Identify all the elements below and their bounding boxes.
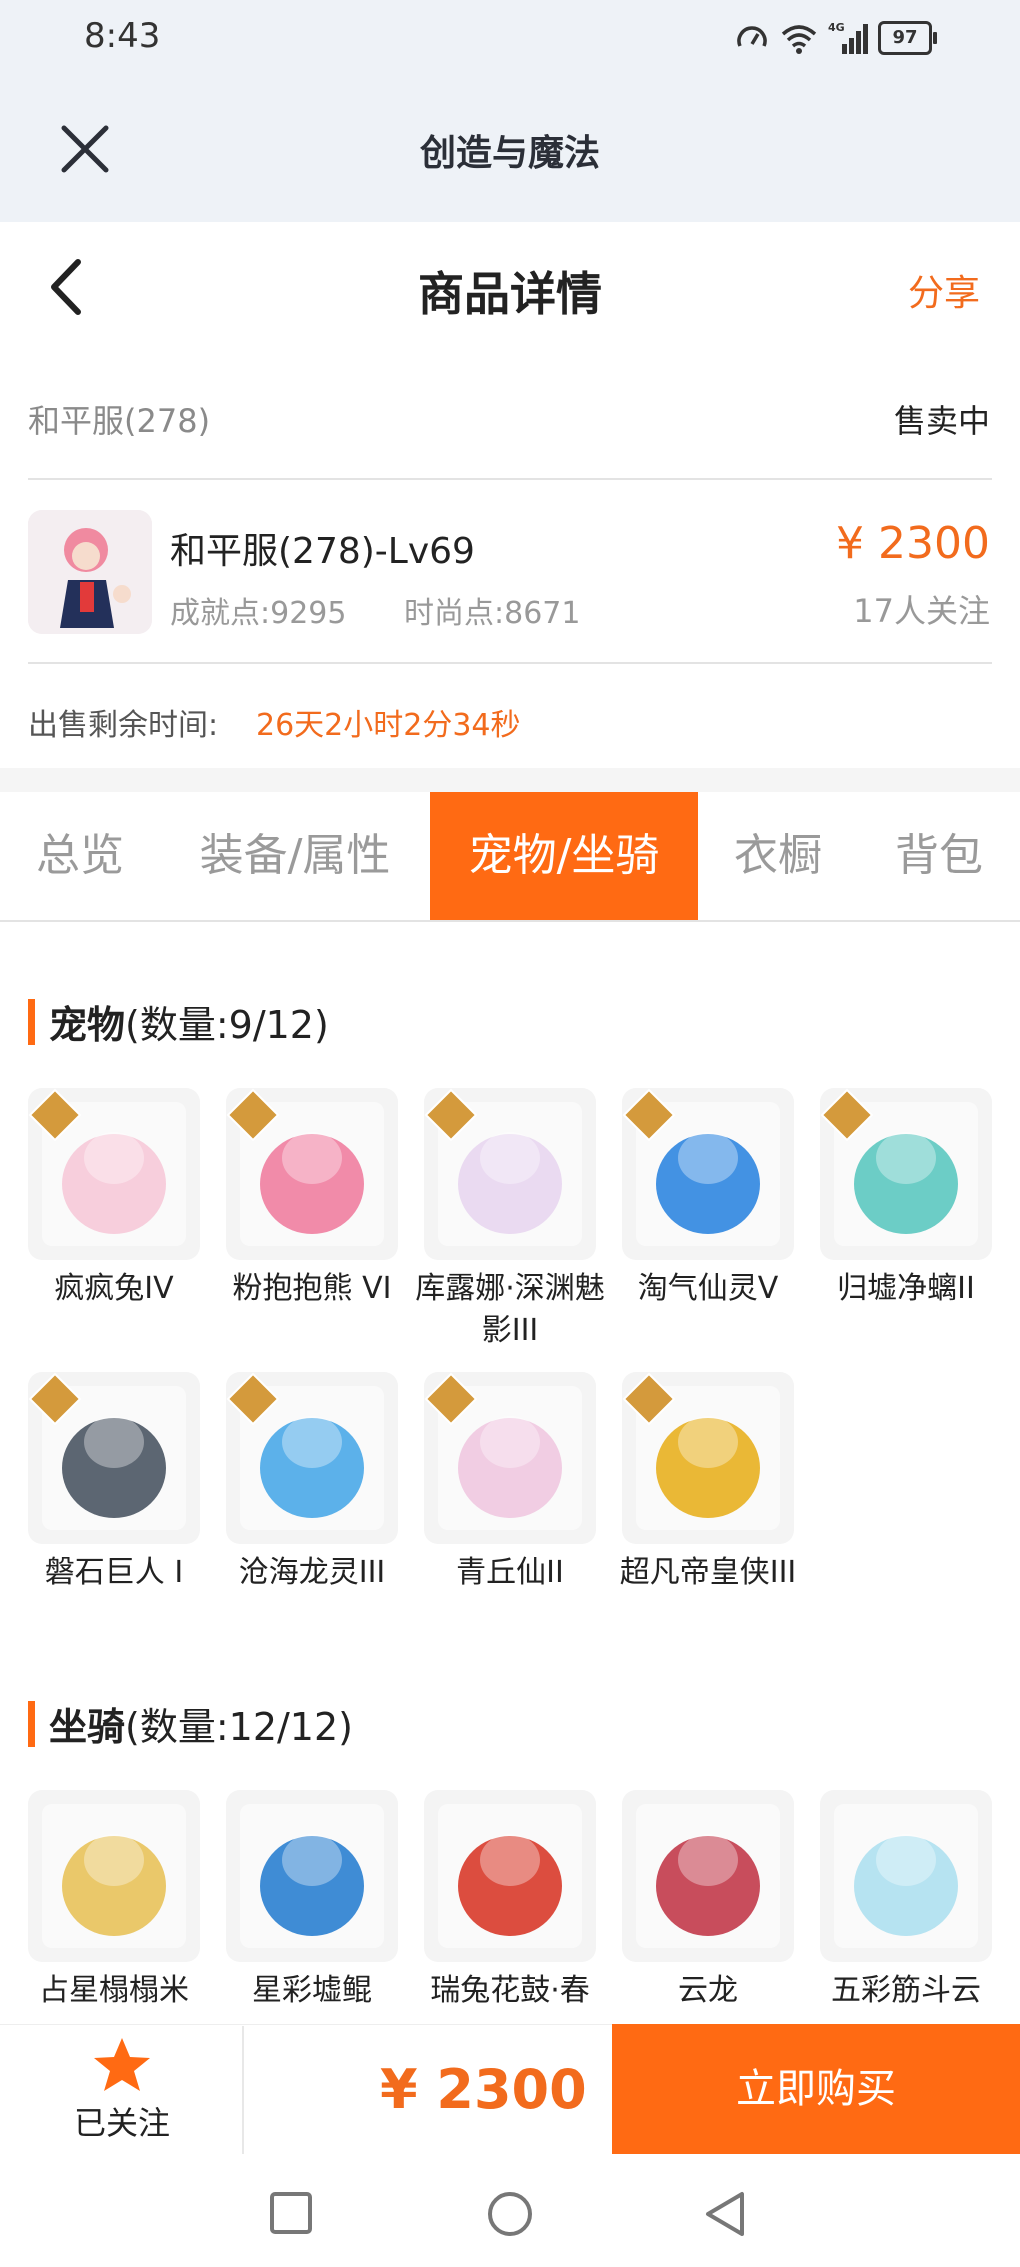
tab-bar: 总览 装备/属性 宠物/坐骑 衣橱 背包 — [0, 792, 1020, 922]
item-image — [622, 1088, 794, 1260]
follow-button[interactable]: 已关注 — [74, 2098, 170, 2144]
item-image — [424, 1088, 596, 1260]
wifi-icon — [781, 25, 817, 54]
section-separator — [0, 768, 1020, 792]
remaining-time-label: 出售剩余时间: — [28, 708, 219, 743]
tier-badge-icon — [622, 1088, 676, 1142]
item-label: 占星榻榻米 — [39, 1973, 189, 2008]
grid-item[interactable]: 归墟净螭II — [820, 1088, 992, 1310]
remaining-time-value: 26天2小时2分34秒 — [256, 708, 521, 743]
app-title: 创造与魔法 — [419, 133, 600, 174]
fashion-points: 时尚点:8671 — [404, 596, 581, 631]
divider — [242, 2026, 244, 2154]
bottom-price: ¥ 2300 — [380, 2058, 587, 2121]
server-name: 和平服(278) — [28, 402, 211, 440]
item-label: 磐石巨人 I — [44, 1555, 184, 1590]
grid-item[interactable]: 超凡帝皇侠III — [620, 1372, 796, 1594]
grid-item[interactable]: 占星榻榻米 — [28, 1790, 200, 2012]
item-label: 淘气仙灵V — [637, 1271, 779, 1306]
item-label: 青丘仙II — [456, 1555, 564, 1590]
tab-overview[interactable]: 总览 — [0, 792, 160, 920]
follower-count: 17人关注 — [853, 592, 990, 630]
tier-badge-icon — [820, 1088, 874, 1142]
svg-text:4G: 4G — [828, 21, 845, 34]
product-price: ¥ 2300 — [836, 518, 990, 569]
tier-badge-icon — [622, 1372, 676, 1426]
item-image — [28, 1372, 200, 1544]
item-image — [226, 1088, 398, 1260]
item-image — [226, 1790, 398, 1962]
item-label: 五彩筋斗云 — [831, 1973, 981, 2008]
tier-badge-icon — [28, 1088, 82, 1142]
grid-item[interactable]: 星彩墟鲲 — [226, 1790, 398, 2012]
item-label: 沧海龙灵III — [238, 1555, 386, 1590]
tab-bag[interactable]: 背包 — [858, 792, 1020, 920]
grid-item[interactable]: 淘气仙灵V — [622, 1088, 794, 1310]
buy-now-button[interactable]: 立即购买 — [612, 2024, 1020, 2154]
item-label: 云龙 — [678, 1973, 738, 2008]
item-image — [28, 1790, 200, 1962]
grid-item[interactable]: 库露娜·深渊魅影III — [415, 1088, 605, 1352]
tier-badge-icon — [226, 1372, 280, 1426]
tier-badge-icon — [226, 1088, 280, 1142]
battery-icon: 97 — [878, 21, 937, 55]
grid-item[interactable]: 磐石巨人 I — [28, 1372, 200, 1594]
grid-item[interactable]: 五彩筋斗云 — [820, 1790, 992, 2012]
tab-equipment[interactable]: 装备/属性 — [160, 792, 430, 920]
item-image — [226, 1372, 398, 1544]
page-title: 商品详情 — [418, 267, 602, 321]
cell-signal-icon: 4G — [828, 21, 868, 54]
grid-item[interactable]: 沧海龙灵III — [226, 1372, 398, 1594]
item-label: 瑞兔花鼓·春 — [430, 1973, 590, 2008]
item-image — [424, 1372, 596, 1544]
grid-item[interactable]: 粉抱抱熊 VI — [226, 1088, 398, 1310]
share-button[interactable]: 分享 — [908, 264, 980, 316]
speed-icon — [737, 26, 767, 47]
grid-item[interactable]: 青丘仙II — [424, 1372, 596, 1594]
tab-pets-mounts[interactable]: 宠物/坐骑 — [430, 792, 698, 920]
achievement-points: 成就点:9295 — [170, 596, 347, 631]
home-icon[interactable] — [486, 2190, 534, 2238]
item-image — [622, 1372, 794, 1544]
status-time: 8:43 — [84, 16, 161, 56]
grid-item[interactable]: 疯疯兔IV — [28, 1088, 200, 1310]
character-avatar — [28, 510, 152, 634]
mounts-section-title: 坐骑 (数量:12/12) — [28, 1696, 353, 1751]
item-image — [820, 1088, 992, 1260]
item-label: 星彩墟鲲 — [252, 1973, 372, 2008]
item-label: 粉抱抱熊 VI — [232, 1271, 392, 1306]
item-image — [820, 1790, 992, 1962]
tier-badge-icon — [424, 1372, 478, 1426]
product-name: 和平服(278)-Lv69 — [170, 531, 475, 572]
item-label: 归墟净螭II — [837, 1271, 975, 1306]
sale-status: 售卖中 — [893, 402, 990, 440]
recent-apps-icon[interactable] — [268, 2190, 314, 2236]
item-label: 疯疯兔IV — [54, 1271, 174, 1306]
grid-item[interactable]: 云龙 — [622, 1790, 794, 2012]
back-nav-icon[interactable] — [702, 2190, 748, 2238]
pets-section-title: 宠物 (数量:9/12) — [28, 994, 329, 1049]
star-icon[interactable] — [92, 2036, 152, 2094]
status-icons: 4G 97 — [734, 18, 937, 58]
tab-wardrobe[interactable]: 衣橱 — [698, 792, 858, 920]
item-image — [424, 1790, 596, 1962]
divider — [28, 478, 992, 480]
item-image — [622, 1790, 794, 1962]
divider — [28, 662, 992, 664]
item-label: 库露娜·深渊魅影III — [415, 1271, 605, 1348]
tier-badge-icon — [28, 1372, 82, 1426]
item-image — [28, 1088, 200, 1260]
grid-item[interactable]: 瑞兔花鼓·春 — [424, 1790, 596, 2012]
item-label: 超凡帝皇侠III — [619, 1555, 797, 1590]
tier-badge-icon — [424, 1088, 478, 1142]
